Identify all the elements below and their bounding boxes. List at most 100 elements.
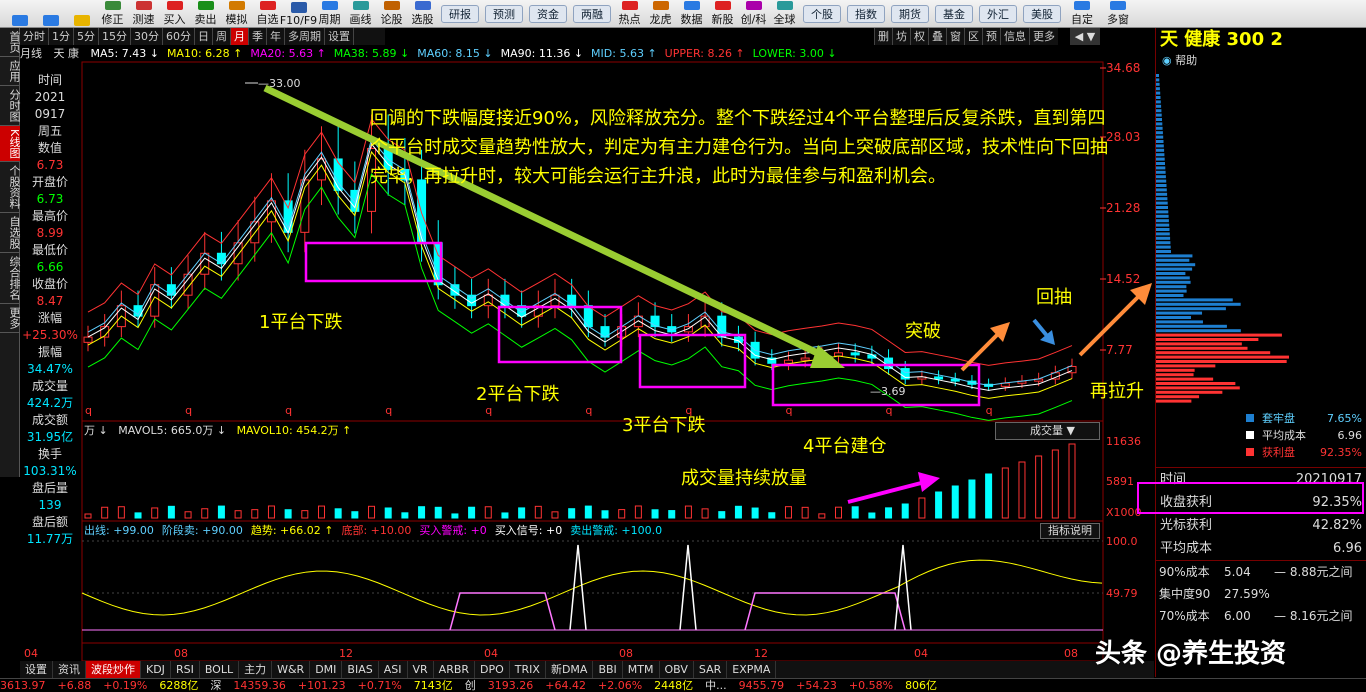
indicator-tab[interactable]: 设置	[20, 661, 53, 678]
indicator-tab[interactable]: W&R	[272, 661, 310, 678]
volume-bar	[969, 480, 975, 518]
legend-label-wrap: 平均成本	[1160, 427, 1306, 444]
volume-bar	[385, 508, 391, 518]
indicator-tab[interactable]: BOLL	[200, 661, 239, 678]
x-axis-label: 04	[24, 647, 38, 660]
chip-bar	[1156, 118, 1162, 121]
indicator-tab[interactable]: TRIX	[510, 661, 546, 678]
volume-bar	[1019, 462, 1025, 518]
indicator-tab[interactable]: ASI	[379, 661, 408, 678]
kline-chart[interactable]: 34.6828.0321.2814.527.77116365891X100010…	[0, 0, 1155, 661]
chip-bar	[1156, 254, 1192, 257]
indicator-tab[interactable]: 新DMA	[546, 661, 594, 678]
indicator-value: 买入信号: +0	[495, 524, 562, 537]
chip-distribution-panel: 天 健康 300 2 ◉ 帮助 套牢盘 7.65% 平均成本 6.96 获利盘 92.35…	[1155, 28, 1366, 677]
indicator-tab[interactable]: OBV	[660, 661, 694, 678]
cost-row: 70%成本 6.00— 8.16元之间	[1156, 605, 1366, 627]
indicator-tab[interactable]: SAR	[694, 661, 727, 678]
chip-bar	[1156, 96, 1161, 99]
chip-bar	[1156, 100, 1161, 103]
q-marker: q	[185, 404, 192, 417]
chip-bar	[1156, 175, 1166, 178]
cost-stats: 90%成本 5.04 — 8.88元之间 集中度90 27.59% 70%成本 6.00 — …	[1156, 560, 1366, 627]
volume-indicator-select[interactable]: 成交量 ▼	[995, 422, 1100, 440]
candle-body	[801, 358, 809, 360]
indicator-tab[interactable]: EXPMA	[727, 661, 776, 678]
cost-value: 27.59%	[1224, 583, 1274, 605]
chip-bar	[1156, 122, 1162, 125]
status-value: +54.23	[796, 679, 837, 692]
volume-bar	[502, 513, 508, 518]
indicator-tab[interactable]: DPO	[475, 661, 510, 678]
volume-bar	[369, 506, 375, 518]
indicator-explain-button[interactable]: 指标说明	[1040, 523, 1100, 539]
volume-bar	[202, 509, 208, 518]
chip-bar	[1156, 298, 1233, 301]
legend-label: 套牢盘	[1262, 412, 1295, 425]
status-value: +6.88	[58, 679, 92, 692]
indicator-tabs: 设置 资讯 波段炒作 KDJ RSI BOLL 主力 W&R DMI BIAS ASI VR ARBR D…	[20, 661, 1154, 678]
indicator-tab[interactable]: 波段炒作	[86, 661, 141, 678]
chip-bar	[1156, 114, 1162, 117]
indicator-tab[interactable]: BIAS	[342, 661, 378, 678]
indicator-tab[interactable]: RSI	[171, 661, 200, 678]
price-axis-label: 21.28	[1106, 201, 1140, 215]
indicator-value: 阶段卖: +90.00	[162, 524, 243, 537]
chip-bar	[1156, 373, 1194, 376]
indicator-tab[interactable]: KDJ	[141, 661, 171, 678]
q-marker: q	[385, 404, 392, 417]
chip-bar	[1156, 237, 1170, 240]
chip-bar	[1156, 210, 1168, 213]
sell-signal-spike	[680, 545, 696, 630]
chip-bar	[1156, 224, 1169, 227]
status-value: 9455.79	[739, 679, 785, 692]
bottom-signal-line	[745, 593, 905, 630]
indicator-tab[interactable]: 主力	[239, 661, 272, 678]
volume-axis-label: 5891	[1106, 475, 1134, 488]
status-value: +2.06%	[598, 679, 642, 692]
help-link[interactable]: ◉ 帮助	[1156, 52, 1366, 68]
chip-bar	[1156, 232, 1170, 235]
chip-histogram	[1156, 68, 1366, 408]
indicator-tab[interactable]: BBI	[593, 661, 622, 678]
chip-bar	[1156, 272, 1185, 275]
help-label: 帮助	[1175, 54, 1197, 67]
help-icon: ◉	[1162, 54, 1172, 67]
chip-bar	[1156, 356, 1289, 359]
indicator-value: 出线: +99.00	[84, 524, 154, 537]
chip-bar	[1156, 171, 1166, 174]
chip-bar	[1156, 144, 1164, 147]
chip-stat-row: 平均成本 6.96	[1156, 537, 1366, 560]
legend-value: 7.65%	[1327, 410, 1362, 427]
indicator-tab[interactable]: ARBR	[434, 661, 475, 678]
candle-body	[935, 377, 943, 379]
legend-swatch	[1246, 414, 1254, 422]
indicator-tab[interactable]: VR	[408, 661, 434, 678]
market-status-bar: 3613.97 +6.88 +0.19% 6288亿深 14359.36 +101.23 +…	[0, 678, 1366, 692]
volume-bar	[602, 511, 608, 518]
volume-bar	[85, 514, 91, 518]
chip-bar	[1156, 312, 1202, 315]
volume-bar	[769, 513, 775, 518]
cost-row: 集中度90 27.59%	[1156, 583, 1366, 605]
status-value: 深	[210, 679, 221, 692]
x-axis-label: 08	[619, 647, 633, 660]
platform-1-label: 1平台下跌	[259, 308, 342, 334]
indicator-value: 卖出警戒: +100.0	[570, 524, 662, 537]
chip-bar	[1156, 219, 1169, 222]
chip-bar	[1156, 342, 1242, 345]
breakout-label: 突破	[905, 317, 941, 343]
volume-bar	[585, 506, 591, 518]
chip-bar	[1156, 316, 1191, 319]
volume-bar	[285, 510, 291, 518]
volume-bar	[886, 508, 892, 518]
stat-value: 42.82%	[1312, 514, 1362, 537]
indicator-tab[interactable]: 资讯	[53, 661, 86, 678]
volume-bar	[652, 510, 658, 518]
volume-arrow-head	[918, 472, 940, 492]
indicator-tab[interactable]: DMI	[310, 661, 342, 678]
indicator-tab[interactable]: MTM	[623, 661, 660, 678]
chip-legend-row: 套牢盘 7.65%	[1156, 410, 1366, 427]
chip-bar	[1156, 307, 1226, 310]
volume-bar	[685, 506, 691, 518]
